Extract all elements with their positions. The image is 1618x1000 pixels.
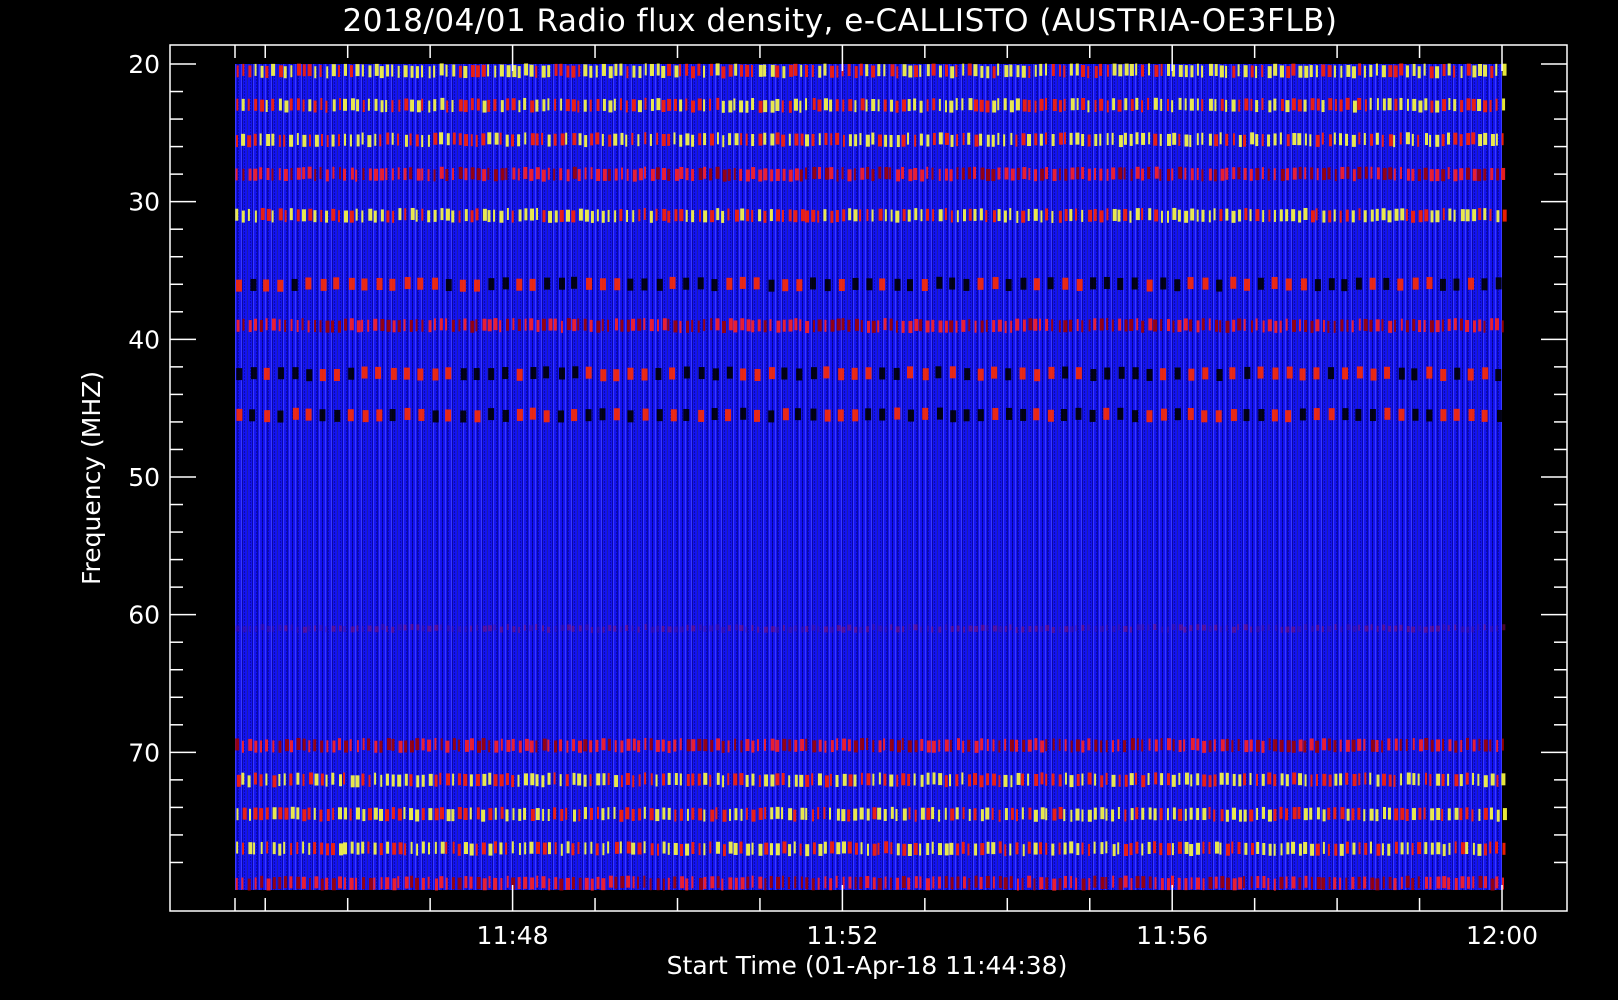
x-tick-label: 11:56 — [1136, 921, 1208, 950]
spectrogram-chart: 2018/04/01 Radio flux density, e-CALLIST… — [77, 3, 1568, 980]
y-tick-label: 40 — [128, 325, 160, 354]
x-tick-label: 11:48 — [477, 921, 549, 950]
y-tick-label: 30 — [128, 188, 160, 217]
x-tick-label: 11:52 — [806, 921, 878, 950]
y-tick-label: 70 — [128, 738, 160, 767]
x-axis-label: Start Time (01-Apr-18 11:44:38) — [667, 951, 1068, 980]
y-tick-label: 60 — [128, 601, 160, 630]
spectrogram-image — [235, 63, 1507, 891]
y-tick-label: 20 — [128, 50, 160, 79]
x-tick-label: 12:00 — [1466, 921, 1538, 950]
chart-title: 2018/04/01 Radio flux density, e-CALLIST… — [343, 3, 1338, 39]
y-tick-label: 50 — [128, 463, 160, 492]
y-axis-label: Frequency (MHZ) — [77, 371, 106, 585]
